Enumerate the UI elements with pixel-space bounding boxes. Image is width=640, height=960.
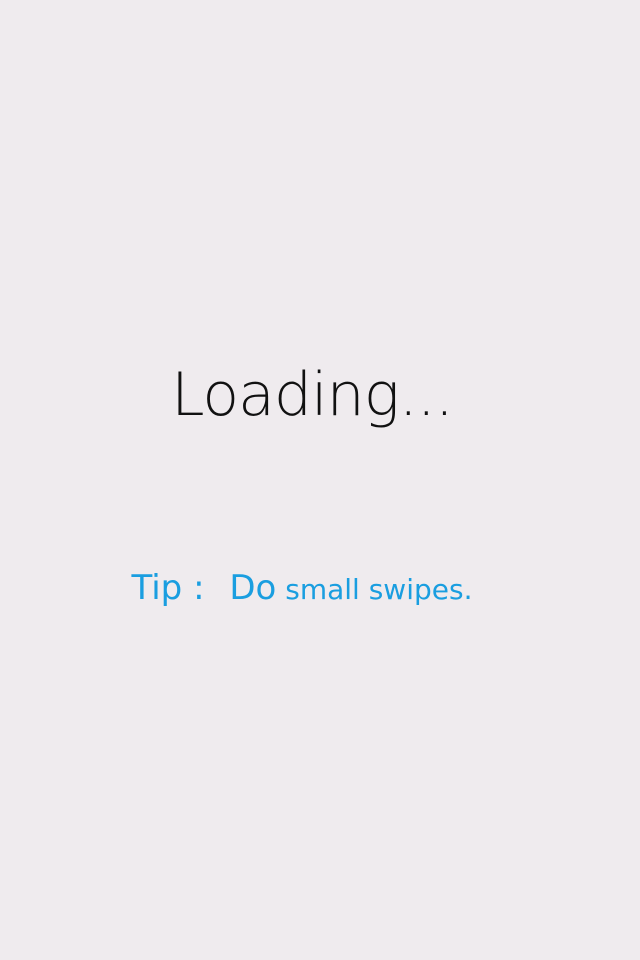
tip-message: Tip : Do small swipes. xyxy=(0,568,622,608)
loading-screen: Loading... Tip : Do small swipes. xyxy=(0,0,640,960)
tip-body: Do small swipes. xyxy=(229,568,473,608)
tip-rest: small swipes. xyxy=(285,573,473,606)
tip-label: Tip : xyxy=(131,568,205,608)
loading-label: Loading... xyxy=(171,360,454,430)
tip-first-word: Do xyxy=(229,568,277,608)
